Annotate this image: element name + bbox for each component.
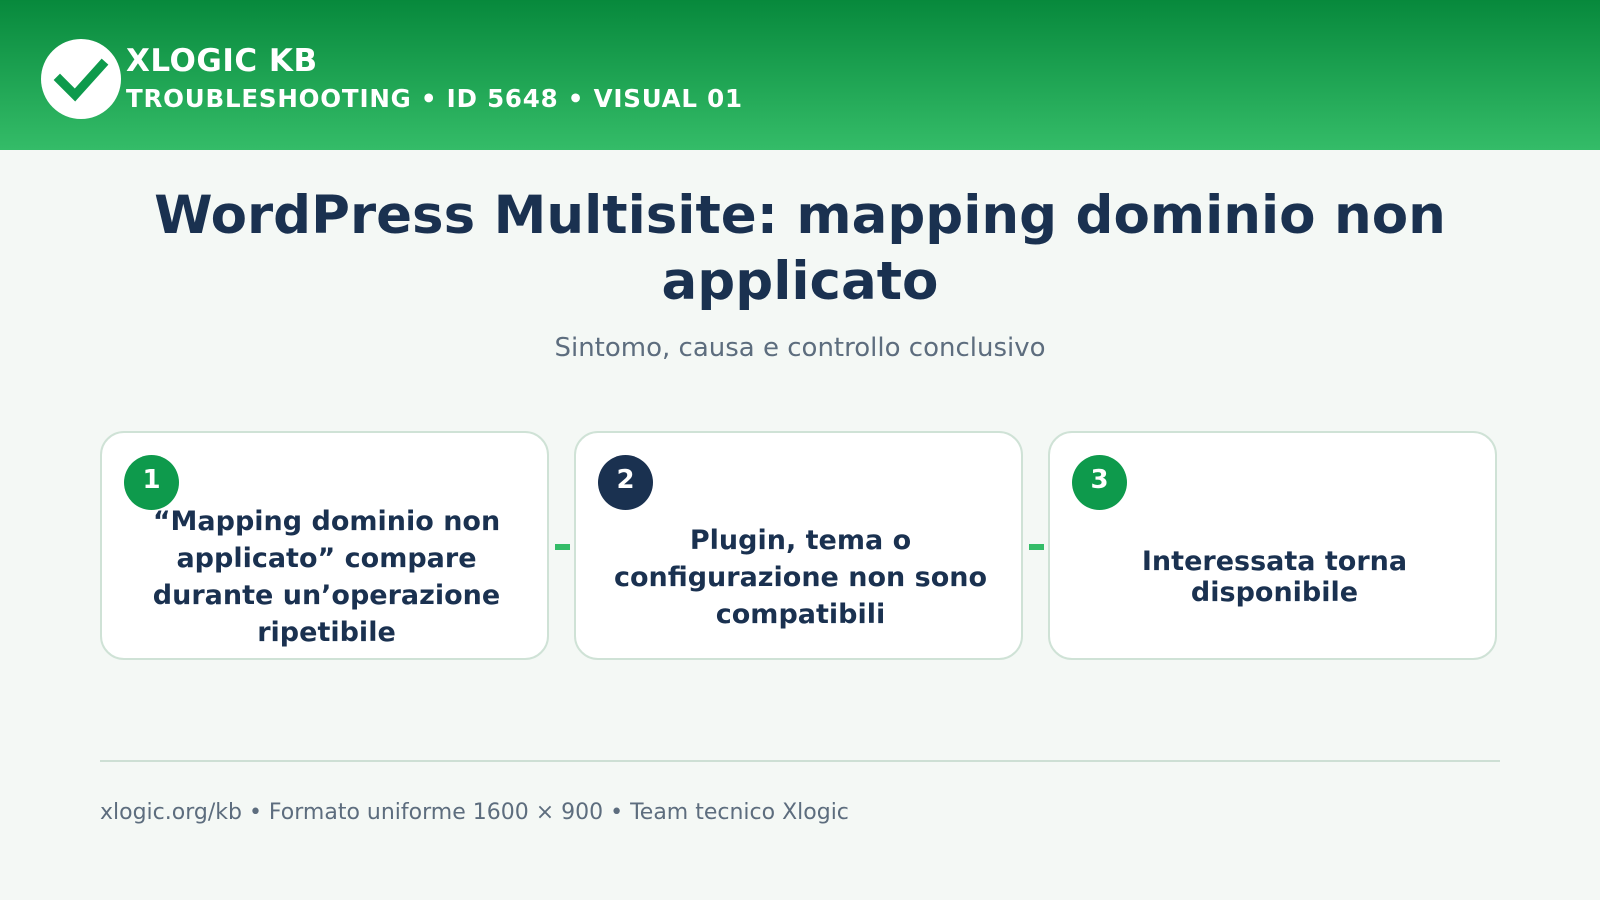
step-number-badge: 2 xyxy=(598,455,653,510)
header-band: XLOGIC KB TROUBLESHOOTING • ID 5648 • VI… xyxy=(0,0,1600,150)
breadcrumb: TROUBLESHOOTING • ID 5648 • VISUAL 01 xyxy=(126,84,743,113)
step-text: “Mapping dominio non applicato” compare … xyxy=(152,506,501,648)
footer-divider xyxy=(100,760,1500,762)
step-number-badge: 1 xyxy=(124,455,179,510)
step-card-3: 3 Interessata torna disponibile xyxy=(1048,431,1497,660)
step-number-badge: 3 xyxy=(1072,455,1127,510)
page-title: WordPress Multisite: mapping dominio non… xyxy=(154,185,1446,312)
step-text: Interessata torna disponibile xyxy=(1141,546,1408,608)
page: XLOGIC KB TROUBLESHOOTING • ID 5648 • VI… xyxy=(0,0,1600,900)
brand-name: XLOGIC KB xyxy=(126,43,318,79)
step-connector xyxy=(555,544,570,550)
step-text: Plugin, tema o configurazione non sono c… xyxy=(613,525,988,630)
step-connector xyxy=(1029,544,1044,550)
footer-text: xlogic.org/kb • Formato uniforme 1600 × … xyxy=(100,800,849,825)
checkmark-logo-icon xyxy=(41,39,121,119)
page-subtitle: Sintomo, causa e controllo conclusivo xyxy=(554,333,1046,363)
step-card-1: 1 “Mapping dominio non applicato” compar… xyxy=(100,431,549,660)
step-card-2: 2 Plugin, tema o configurazione non sono… xyxy=(574,431,1023,660)
